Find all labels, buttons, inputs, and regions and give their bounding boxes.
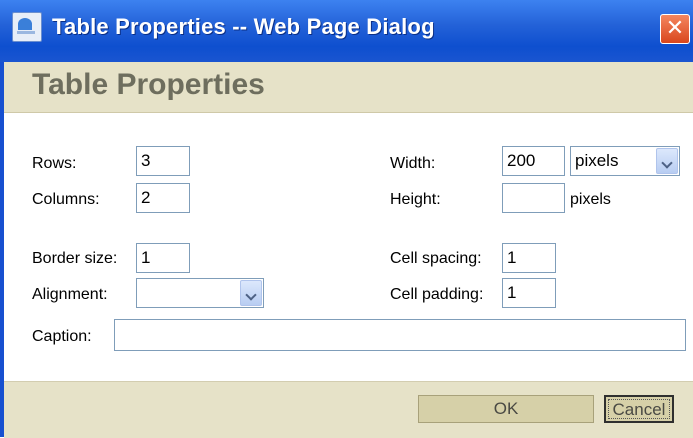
title-bar[interactable]: Table Properties -- Web Page Dialog ✕ — [0, 0, 693, 62]
alignment-dropdown-arrow-icon[interactable] — [240, 280, 262, 306]
width-label: Width: — [390, 155, 436, 172]
width-unit-dropdown-arrow-icon[interactable] — [656, 148, 678, 174]
height-label: Height: — [390, 191, 441, 208]
cell-padding-input[interactable]: 1 — [502, 278, 556, 308]
cell-padding-label: Cell padding: — [390, 286, 484, 303]
alignment-select[interactable] — [136, 278, 264, 308]
page-title: Table Properties — [32, 68, 265, 101]
header-band: Table Properties — [4, 62, 693, 113]
rows-input[interactable]: 3 — [136, 146, 190, 176]
caption-input[interactable] — [114, 319, 686, 351]
columns-input[interactable]: 2 — [136, 183, 190, 213]
caption-label: Caption: — [32, 328, 92, 345]
dialog-window: Table Properties -- Web Page Dialog ✕ Ta… — [0, 0, 693, 438]
dialog-app-icon — [12, 12, 42, 42]
cell-spacing-input[interactable]: 1 — [502, 243, 556, 273]
cancel-button[interactable]: Cancel — [604, 395, 674, 423]
dialog-body: Table Properties Rows: 3 Columns: 2 Bord… — [4, 62, 693, 438]
border-size-label: Border size: — [32, 250, 118, 267]
ok-button[interactable]: OK — [418, 395, 594, 423]
cell-spacing-label: Cell spacing: — [390, 250, 482, 267]
width-input[interactable]: 200 — [502, 146, 565, 176]
alignment-label: Alignment: — [32, 286, 108, 303]
height-unit-label: pixels — [570, 191, 611, 208]
window-title: Table Properties -- Web Page Dialog — [52, 14, 435, 39]
width-unit-select[interactable]: pixels — [570, 146, 680, 176]
rows-label: Rows: — [32, 155, 77, 172]
columns-label: Columns: — [32, 191, 100, 208]
close-button[interactable]: ✕ — [660, 14, 690, 44]
width-unit-value: pixels — [575, 151, 619, 170]
height-input[interactable] — [502, 183, 565, 213]
border-size-input[interactable]: 1 — [136, 243, 190, 273]
